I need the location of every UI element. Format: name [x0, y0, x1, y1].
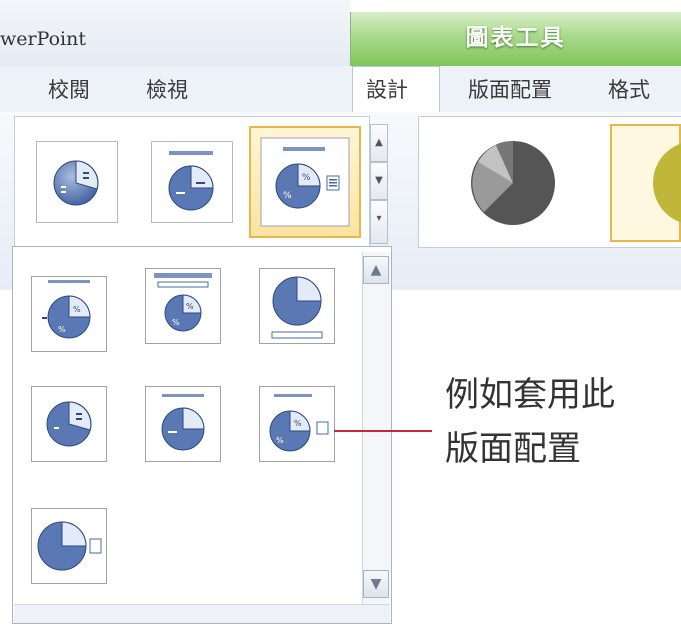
gallery-layout-6-selected[interactable]: % % — [249, 126, 361, 238]
tab-view[interactable]: 檢視 — [146, 74, 188, 104]
dropdown-layout-3[interactable] — [259, 268, 335, 344]
dropdown-scrollbar[interactable] — [362, 252, 391, 604]
layout-6-pie-icon: % % — [260, 137, 350, 227]
svg-text:%: % — [58, 325, 66, 334]
chart-tools-title: 圖表工具 — [465, 25, 566, 51]
dropdown-layout-1[interactable]: % % — [31, 276, 107, 352]
chart-style-olive — [652, 140, 681, 226]
dropdown-layout-6[interactable]: % % — [259, 386, 335, 462]
layout-4b-pie-icon — [46, 401, 92, 447]
gallery-more-button[interactable]: ▾ — [370, 200, 388, 244]
svg-text:%: % — [294, 419, 302, 428]
svg-text:%: % — [186, 302, 194, 311]
gray-pie-icon — [471, 141, 555, 225]
callout-line-1: 例如套用此 — [445, 375, 615, 415]
dropdown-scroll-down-button[interactable]: ▼ — [363, 570, 389, 598]
tab-layout[interactable]: 版面配置 — [468, 74, 552, 104]
dropdown-scroll-up-button[interactable]: ▲ — [363, 256, 389, 284]
gallery-layout-5[interactable] — [151, 141, 233, 223]
callout-line — [334, 430, 432, 432]
layout-2-pie-icon: % % — [154, 273, 212, 332]
gallery-scroll-up-button[interactable]: ▲ — [370, 124, 388, 162]
chart-style-gray[interactable] — [470, 140, 556, 230]
layout-1-pie-icon: % % — [42, 280, 91, 339]
svg-text:%: % — [276, 436, 284, 445]
svg-text:%: % — [73, 305, 81, 314]
layout-3-pie-icon — [271, 276, 323, 339]
svg-text:%: % — [172, 318, 180, 327]
dropdown-layout-4[interactable] — [31, 386, 107, 462]
tab-review[interactable]: 校閱 — [48, 74, 90, 104]
layout-5b-pie-icon — [161, 394, 205, 451]
tab-design[interactable]: 設計 — [366, 74, 408, 104]
ribbon-tab-row — [0, 66, 681, 113]
gallery-scroll-down-button[interactable]: ▼ — [370, 162, 388, 200]
callout-text: 例如套用此 版面配置 — [445, 368, 615, 476]
app-title: werPoint — [0, 28, 86, 50]
svg-text:%: % — [302, 173, 311, 183]
olive-pie-icon — [653, 143, 681, 223]
svg-text:%: % — [283, 191, 292, 201]
dropdown-layout-5[interactable] — [145, 386, 221, 462]
callout-line-2: 版面配置 — [445, 429, 581, 469]
dropdown-resize-footer[interactable] — [14, 604, 390, 623]
dropdown-layout-7[interactable] — [31, 508, 107, 584]
layout-7-pie-icon — [37, 521, 102, 571]
dropdown-layout-2[interactable]: % % — [145, 268, 221, 344]
layout-4-pie-icon — [53, 160, 99, 206]
tab-format[interactable]: 格式 — [608, 74, 650, 104]
layout-5-pie-icon — [168, 151, 214, 211]
gallery-layout-4[interactable] — [36, 141, 118, 223]
layout-6b-pie-icon: % % — [269, 394, 329, 452]
